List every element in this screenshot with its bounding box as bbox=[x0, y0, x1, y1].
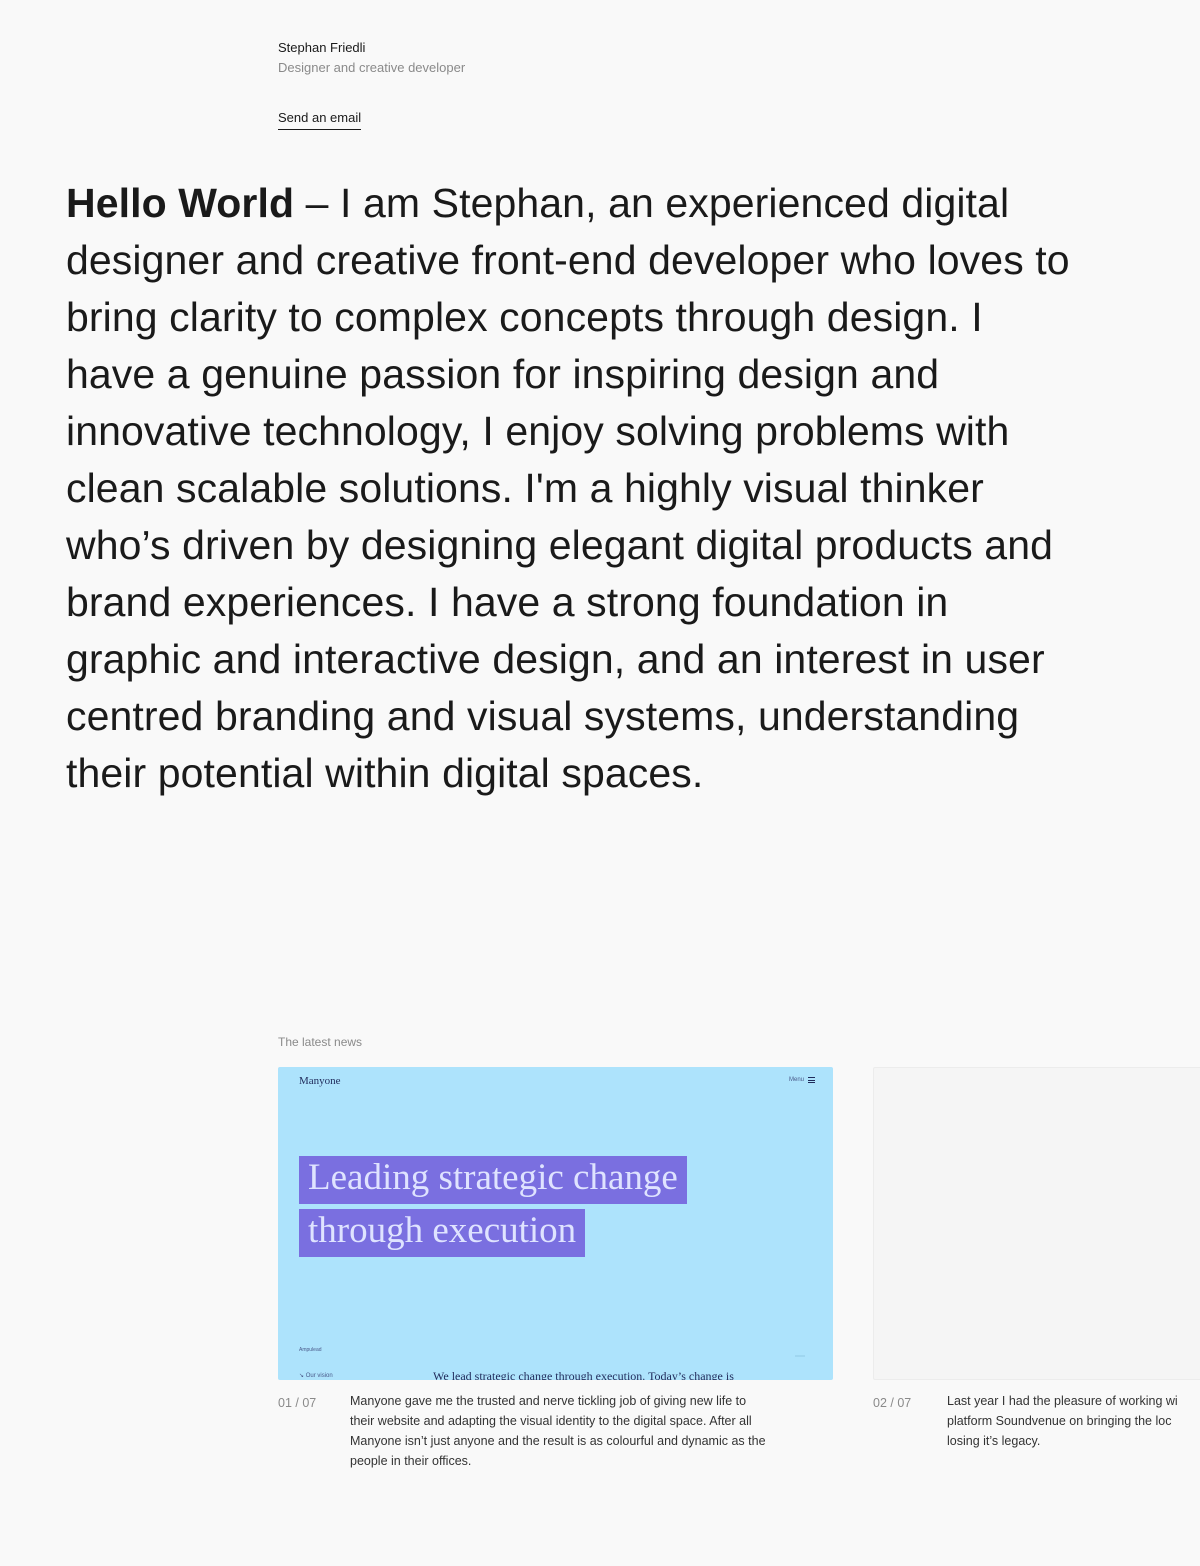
description-line: their website and adapting the visual id… bbox=[350, 1414, 752, 1428]
description-line: losing it’s legacy. bbox=[947, 1434, 1041, 1448]
manyone-logo: Manyone bbox=[299, 1075, 341, 1087]
latest-news-label: The latest news bbox=[278, 1035, 363, 1049]
hamburger-icon bbox=[808, 1077, 815, 1083]
intro-text: – I am Stephan, an experienced digital d… bbox=[66, 180, 1070, 796]
site-header: Stephan Friedli Designer and creative de… bbox=[278, 40, 465, 76]
news-card-number-1: 01 / 07 bbox=[278, 1396, 317, 1410]
description-line: Manyone isn’t just anyone and the result… bbox=[350, 1434, 766, 1448]
news-card-description-2: Last year I had the pleasure of working … bbox=[947, 1391, 1200, 1451]
news-card-image-soundvenue[interactable] bbox=[873, 1067, 1200, 1380]
site-owner-name[interactable]: Stephan Friedli bbox=[278, 40, 465, 56]
send-email-link[interactable]: Send an email bbox=[278, 110, 362, 130]
intro-greeting: Hello World bbox=[66, 180, 295, 226]
mock-menu-label: Menu bbox=[788, 1077, 804, 1083]
intro-paragraph: Hello World – I am Stephan, an experienc… bbox=[66, 175, 1076, 802]
description-line: platform Soundvenue on bringing the loc bbox=[947, 1414, 1172, 1428]
mock-small-label: Ampulead bbox=[299, 1347, 322, 1353]
mock-vision-label: ↘ Our vision bbox=[299, 1373, 333, 1379]
news-card-number-2: 02 / 07 bbox=[873, 1396, 912, 1410]
news-card-description-1: Manyone gave me the trusted and nerve ti… bbox=[350, 1391, 820, 1471]
mock-menu: Menu bbox=[789, 1077, 815, 1083]
mock-headline: Leading strategic change through executi… bbox=[299, 1153, 687, 1259]
mock-headline-line-1: Leading strategic change bbox=[299, 1156, 687, 1204]
news-card-image-manyone[interactable]: Manyone Menu Leading strategic change th… bbox=[278, 1067, 833, 1380]
mock-body-text: We lead strategic change through executi… bbox=[433, 1369, 734, 1380]
mock-headline-line-2: through execution bbox=[299, 1209, 586, 1257]
description-line: Last year I had the pleasure of working … bbox=[947, 1394, 1178, 1408]
description-line: Manyone gave me the trusted and nerve ti… bbox=[350, 1394, 747, 1408]
mock-decoration bbox=[795, 1355, 805, 1357]
site-owner-role: Designer and creative developer bbox=[278, 60, 466, 75]
description-line: people in their offices. bbox=[350, 1454, 472, 1468]
